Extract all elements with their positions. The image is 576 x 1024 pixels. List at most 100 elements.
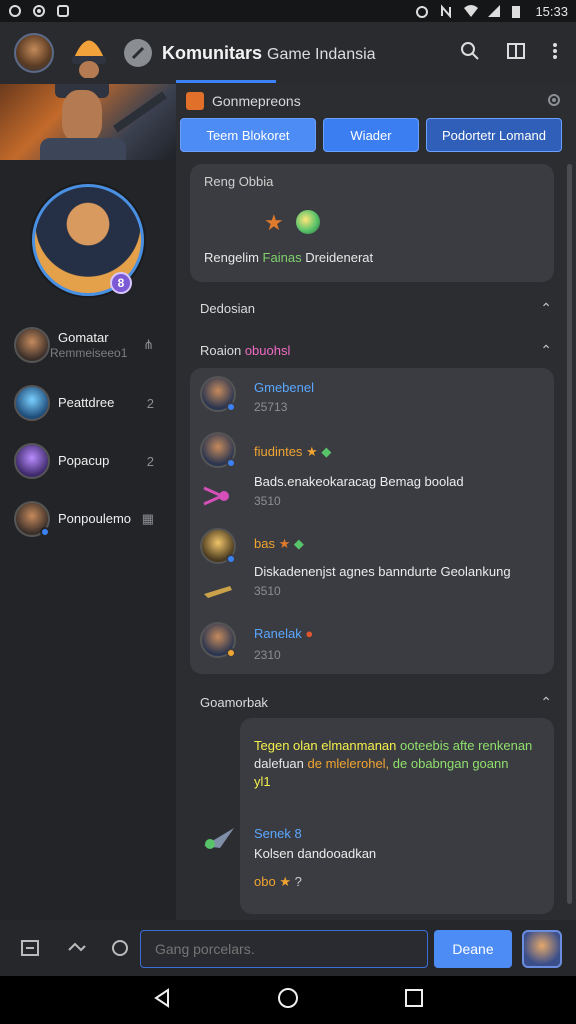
system-nav-bar [0,976,576,1024]
calendar-icon: ▦ [141,511,154,526]
attachment-icon[interactable] [20,938,40,958]
emoji-icon[interactable] [66,938,86,958]
tab-wiader[interactable]: Wiader [323,118,419,152]
tab-team[interactable]: Teem Blokoret [180,118,316,152]
active-tab-indicator [176,80,276,83]
tab-bar: Teem Blokoret Wiader Podortetr Lomand [176,118,576,158]
top-bar: Komunitars Game Indansia [0,22,576,84]
friend-count: ⋔ [143,337,154,352]
gear-icon[interactable] [546,92,562,111]
notification-icon [8,4,22,18]
layout-icon[interactable] [506,41,526,66]
section-title: Dedosian [200,300,255,316]
message-card: Gmebenel 25713 fiudintes ★ ◆ Bads.enakeo… [190,368,554,674]
level-badge: 8 [110,272,132,294]
scrollbar[interactable] [567,164,572,904]
section-title: Roaion obuohsl [200,342,291,358]
friend-count: 2 [146,395,154,411]
friend-name: Gomatar [58,330,109,346]
message-author[interactable]: Ranelak ● [254,626,313,641]
orb-icon [296,210,320,234]
battery-icon [511,4,525,18]
avatar[interactable] [200,376,236,412]
hero-banner [0,84,176,160]
send-button[interactable]: Deane [434,930,512,968]
avatar [14,327,50,363]
wifi-icon [463,4,479,18]
chevron-up-icon[interactable]: ⌃ [540,694,552,711]
sidebar: 8 Gomatar Remmeiseeo1 ⋔ Peattdree 2 Popa… [0,84,176,920]
message-text: Kolsen dandooadkan [254,846,377,861]
message-author[interactable]: bas ★ ◆ [254,536,304,552]
friend-item[interactable]: Popacup 2 [0,432,176,490]
chat-icon[interactable] [110,938,130,958]
card-line: Rengelim Fainas Dreidenerat [204,250,374,265]
back-icon[interactable] [152,987,172,1013]
section-header[interactable]: Goamorbak ⌃ [200,692,552,712]
friend-item[interactable]: Ponpoulemo ▦ [0,490,176,548]
friend-list: Gomatar Remmeiseeo1 ⋔ Peattdree 2 Popacu… [0,316,176,548]
status-bar: 15:33 [0,0,576,22]
reaction[interactable]: obo ★ ? [254,874,302,890]
pin-icon[interactable] [124,39,152,67]
avatar [14,385,50,421]
chevron-up-icon[interactable]: ⌃ [540,300,552,317]
friend-status: Remmeiseeo1 [50,345,128,360]
announcement-card: Tegen olan elmanmanan ooteebis afte renk… [240,718,554,914]
friend-name: Peattdree [58,395,115,411]
app-title: Komunitars Game Indansia [162,42,376,63]
avatar[interactable] [200,528,236,564]
info-card: Reng Obbia ★ Rengelim Fainas Dreidenerat [190,164,554,282]
chevron-up-icon[interactable]: ⌃ [540,342,552,359]
tab-lomand[interactable]: Podortetr Lomand [426,118,562,152]
section-title: Goamorbak [200,694,268,710]
message-time: 3510 [254,584,281,598]
channel-icon [186,92,204,110]
avatar [14,443,50,479]
channel-header: Gonmepreons [176,84,576,118]
friend-name: Popacup [58,453,110,469]
section-header[interactable]: Dedosian ⌃ [200,298,552,318]
channel-name: Gonmepreons [212,93,301,109]
friend-item[interactable]: Gomatar Remmeiseeo1 ⋔ [0,316,176,374]
more-icon[interactable] [552,41,558,66]
weapon-icon [202,484,234,508]
card-label: Reng Obbia [204,174,274,189]
friend-item[interactable]: Peattdree 2 [0,374,176,432]
announcement-line: dalefuan de mlelerohel, de obabngan goan… [254,756,509,771]
message-author[interactable]: fiudintes ★ ◆ [254,444,331,460]
settings-icon [32,4,46,18]
announcement-line: yl1 [254,774,271,789]
friend-count: 2 [146,453,154,469]
friend-name: Ponpoulemo [58,511,131,527]
clock: 15:33 [535,3,568,19]
message-text: Bads.enakeokaracag Bemag boolad [254,474,464,489]
composer-bar: Deane [0,920,576,976]
message-author[interactable]: Senek 8 [254,826,302,841]
message-time: 2310 [254,648,281,662]
message-author[interactable]: Gmebenel [254,380,314,395]
message-time: 3510 [254,494,281,508]
main-panel: Gonmepreons Teem Blokoret Wiader Podorte… [176,84,576,920]
avatar[interactable] [200,622,236,658]
avatar[interactable] [522,930,562,968]
app-icon [56,4,70,18]
star-icon: ★ [264,210,284,235]
user-avatar[interactable] [14,33,54,73]
message-time: 25713 [254,400,288,414]
alarm-icon [415,4,429,18]
message-input[interactable] [140,930,428,968]
announcement-line: Tegen olan elmanmanan ooteebis afte renk… [254,738,533,753]
nfc-icon [439,4,453,19]
home-icon[interactable] [277,987,299,1014]
game-logo [64,28,114,79]
section-header[interactable]: Roaion obuohsl ⌃ [200,340,552,360]
gun-icon [202,578,234,602]
search-icon[interactable] [460,41,480,66]
avatar [14,501,50,537]
message-text: Diskadenenjst agnes banndurte Geolankung [254,564,511,579]
ship-icon [202,824,236,850]
signal-icon [487,4,501,18]
avatar[interactable] [200,432,236,468]
recents-icon[interactable] [404,988,424,1013]
